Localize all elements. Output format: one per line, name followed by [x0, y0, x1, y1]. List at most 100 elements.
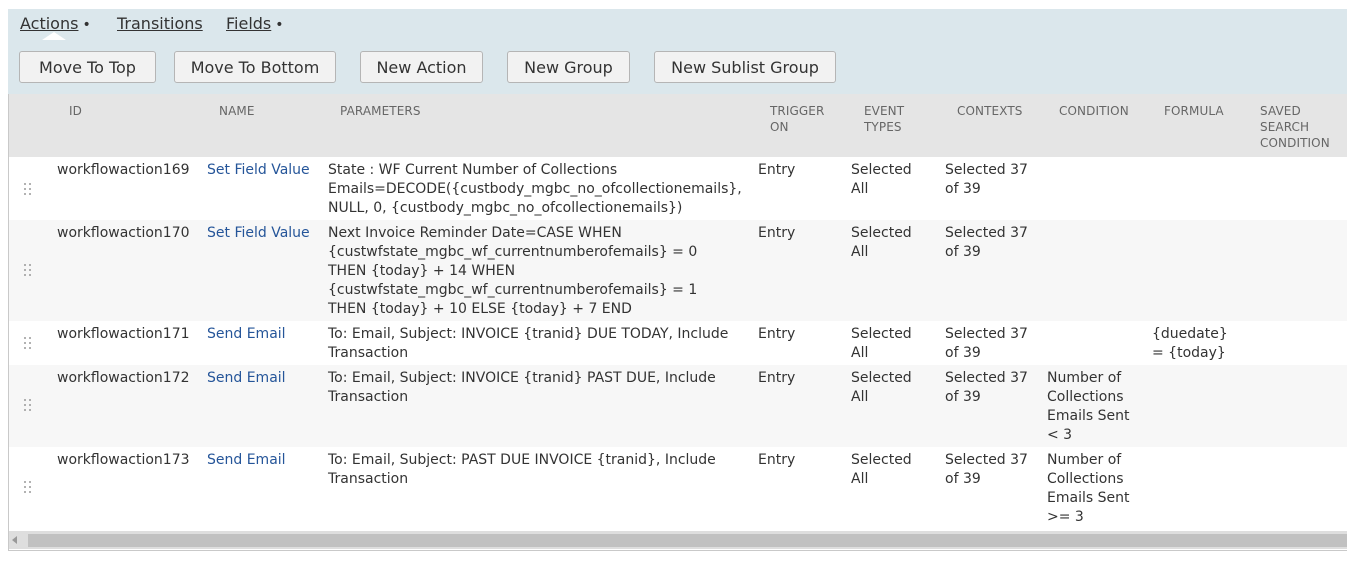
table-row[interactable]: workflowaction172 Send Email To: Email, …: [8, 365, 1347, 448]
action-name-link[interactable]: Set Field Value: [207, 224, 310, 243]
column-header-condition[interactable]: CONDITION: [1059, 103, 1129, 119]
cell-id: workflowaction169: [57, 162, 190, 178]
table-bottom-border: [8, 550, 1347, 551]
contexts-line: Selected 37: [945, 326, 1028, 342]
event-types-line: All: [851, 345, 869, 361]
condition-line: Number of: [1047, 370, 1122, 386]
action-name-link[interactable]: Send Email: [207, 451, 286, 470]
column-header-event-types-line: EVENT: [864, 104, 905, 118]
event-types-line: All: [851, 471, 869, 487]
formula-line: {duedate}: [1152, 326, 1228, 342]
drag-handle-icon[interactable]: [24, 337, 33, 351]
event-types-line: Selected: [851, 225, 912, 241]
action-button-bar: Move To Top Move To Bottom New Action Ne…: [8, 40, 1347, 94]
parameter-line: NULL, 0, {custbody_mgbc_no_ofcollectione…: [328, 200, 683, 216]
column-header-saved-search-line: CONDITION: [1260, 136, 1330, 150]
parameter-line: Transaction: [328, 471, 409, 487]
tab-actions-label: Actions: [20, 14, 79, 33]
condition-line: >= 3: [1047, 509, 1084, 525]
contexts-line: of 39: [945, 181, 981, 197]
new-group-button[interactable]: New Group: [507, 51, 630, 83]
table-row[interactable]: workflowaction169 Set Field Value State …: [8, 157, 1347, 221]
event-types-line: All: [851, 181, 869, 197]
event-types-line: Selected: [851, 370, 912, 386]
tab-actions[interactable]: Actions •: [20, 14, 91, 33]
parameter-line: THEN {today} + 10 ELSE {today} + 7 END: [328, 301, 632, 317]
cell-condition: Number of Collections Emails Sent < 3: [1047, 369, 1129, 445]
contexts-line: Selected 37: [945, 162, 1028, 178]
condition-line: < 3: [1047, 427, 1073, 443]
drag-handle-icon[interactable]: [24, 264, 33, 278]
cell-parameters: To: Email, Subject: INVOICE {tranid} PAS…: [328, 369, 716, 407]
tab-transitions[interactable]: Transitions: [117, 14, 203, 33]
parameter-line: {custwfstate_mgbc_wf_currentnumberofemai…: [328, 244, 698, 260]
tab-bar: Actions • Transitions Fields •: [8, 9, 1347, 40]
event-types-line: All: [851, 389, 869, 405]
cell-id: workflowaction170: [57, 225, 190, 241]
column-header-event-types[interactable]: EVENT TYPES: [864, 103, 904, 135]
contexts-line: of 39: [945, 244, 981, 260]
condition-line: Collections: [1047, 471, 1124, 487]
column-header-id[interactable]: ID: [69, 103, 82, 119]
cell-contexts: Selected 37 of 39: [945, 451, 1028, 489]
table-row[interactable]: workflowaction170 Set Field Value Next I…: [8, 220, 1347, 322]
drag-handle-icon[interactable]: [24, 183, 33, 197]
column-header-formula[interactable]: FORMULA: [1164, 103, 1224, 119]
new-sublist-group-button[interactable]: New Sublist Group: [654, 51, 836, 83]
cell-parameters: Next Invoice Reminder Date=CASE WHEN {cu…: [328, 224, 697, 319]
table-header: ID NAME PARAMETERS TRIGGER ON EVENT TYPE…: [8, 94, 1347, 157]
active-tab-indicator: [42, 32, 66, 40]
table-row[interactable]: workflowaction173 Send Email To: Email, …: [8, 447, 1347, 532]
cell-trigger-on: Entry: [758, 162, 796, 178]
column-header-parameters[interactable]: PARAMETERS: [340, 103, 421, 119]
parameter-line: To: Email, Subject: PAST DUE INVOICE {tr…: [328, 452, 716, 468]
parameter-line: Emails=DECODE({custbody_mgbc_no_ofcollec…: [328, 181, 742, 197]
cell-condition: Number of Collections Emails Sent >= 3: [1047, 451, 1129, 527]
action-name-link[interactable]: Send Email: [207, 325, 286, 344]
column-header-event-types-line: TYPES: [864, 120, 902, 134]
action-name-link[interactable]: Set Field Value: [207, 161, 310, 180]
cell-formula: {duedate} = {today}: [1152, 325, 1228, 363]
cell-contexts: Selected 37 of 39: [945, 369, 1028, 407]
scrollbar-thumb[interactable]: [28, 534, 1347, 547]
event-types-line: Selected: [851, 162, 912, 178]
cell-event-types: Selected All: [851, 325, 912, 363]
cell-contexts: Selected 37 of 39: [945, 224, 1028, 262]
contexts-line: Selected 37: [945, 225, 1028, 241]
parameter-line: State : WF Current Number of Collections: [328, 162, 618, 178]
move-to-bottom-button[interactable]: Move To Bottom: [174, 51, 336, 83]
event-types-line: All: [851, 244, 869, 260]
parameter-line: Transaction: [328, 345, 409, 361]
move-to-top-button[interactable]: Move To Top: [19, 51, 156, 83]
table-row[interactable]: workflowaction171 Send Email To: Email, …: [8, 321, 1347, 366]
horizontal-scrollbar[interactable]: [8, 531, 1347, 549]
column-header-name[interactable]: NAME: [219, 103, 255, 119]
tab-fields[interactable]: Fields •: [226, 14, 284, 33]
cell-parameters: To: Email, Subject: INVOICE {tranid} DUE…: [328, 325, 728, 363]
contexts-line: Selected 37: [945, 452, 1028, 468]
column-header-trigger-on-line: ON: [770, 120, 789, 134]
column-header-saved-search-line: SAVED: [1260, 104, 1301, 118]
condition-line: Collections: [1047, 389, 1124, 405]
cell-event-types: Selected All: [851, 451, 912, 489]
column-header-trigger-on[interactable]: TRIGGER ON: [770, 103, 824, 135]
column-header-saved-search-line: SEARCH: [1260, 120, 1310, 134]
parameter-line: To: Email, Subject: INVOICE {tranid} PAS…: [328, 370, 716, 386]
cell-contexts: Selected 37 of 39: [945, 161, 1028, 199]
column-header-trigger-on-line: TRIGGER: [770, 104, 825, 118]
parameter-line: Next Invoice Reminder Date=CASE WHEN: [328, 225, 622, 241]
workflow-actions-panel: Actions • Transitions Fields • Move To Top…: [8, 9, 1347, 551]
scroll-left-arrow-icon[interactable]: [12, 536, 17, 544]
contexts-line: of 39: [945, 389, 981, 405]
action-name-link[interactable]: Send Email: [207, 369, 286, 388]
new-action-button[interactable]: New Action: [360, 51, 483, 83]
tab-fields-dot: •: [275, 17, 284, 33]
drag-handle-icon[interactable]: [24, 481, 33, 495]
drag-handle-icon[interactable]: [24, 399, 33, 413]
cell-event-types: Selected All: [851, 224, 912, 262]
column-header-saved-search-condition[interactable]: SAVED SEARCH CONDITION: [1260, 103, 1330, 151]
column-header-contexts[interactable]: CONTEXTS: [957, 103, 1022, 119]
cell-parameters: To: Email, Subject: PAST DUE INVOICE {tr…: [328, 451, 716, 489]
cell-contexts: Selected 37 of 39: [945, 325, 1028, 363]
cell-event-types: Selected All: [851, 369, 912, 407]
